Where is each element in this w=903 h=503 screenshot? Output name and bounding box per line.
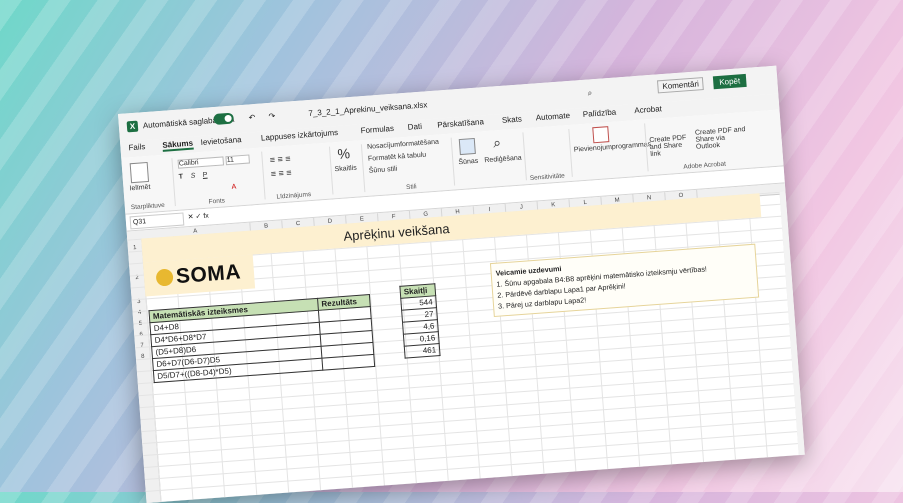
table-row: 461 [404, 343, 441, 359]
font-color-icon[interactable]: A [231, 184, 236, 191]
excel-window: X Automātiskā saglabāšana ↶ ↷ 7_3_2_1_Ap… [118, 65, 805, 503]
tab-fails[interactable]: Fails [128, 142, 146, 152]
acrobat-group-label: Adobe Acrobat [683, 160, 727, 171]
tab-dati[interactable]: Dati [407, 122, 422, 132]
undo-icon[interactable]: ↶ [248, 113, 255, 122]
font-size-select[interactable]: 11 [225, 154, 250, 166]
number-group-label[interactable]: Skaitlis [334, 165, 357, 174]
underline-button[interactable]: P [202, 172, 207, 179]
comments-button[interactable]: Komentāri [656, 77, 705, 94]
alignment-group-label: Līdzinājums [276, 191, 312, 201]
soma-logo: SOMA [175, 260, 242, 289]
italic-button[interactable]: S [191, 173, 196, 180]
conditional-formatting-button[interactable]: Nosacījumformatēšana [367, 139, 439, 151]
create-pdf-outlook-button[interactable]: Create PDF and Share via Outlook [695, 126, 748, 151]
font-name-select[interactable]: Calibri [177, 156, 225, 169]
tab-ievieto-ana[interactable]: Ievietošana [200, 135, 241, 147]
find-icon[interactable]: ⌕ [493, 134, 502, 152]
cells-button[interactable]: Šūnas [458, 158, 478, 166]
styles-group-label: Stili [405, 183, 417, 192]
format-as-table-button[interactable]: Formatēt kā tabulu [368, 152, 427, 163]
numbers-table: Skaitļi 544 27 4,6 0,16 461 [399, 283, 441, 359]
tab-p-rskat-ana[interactable]: Pārskatīšana [437, 117, 484, 129]
tab-s-kums[interactable]: Sākums [162, 138, 194, 152]
sensitivity-label[interactable]: Sensitivitāte [530, 172, 565, 182]
fx-icon[interactable]: ✕ ✓ fx [187, 212, 210, 222]
cell-styles-button[interactable]: Šūnu stili [369, 166, 398, 175]
clipboard-group-label: Starpliktuve [130, 201, 166, 212]
align-icon[interactable]: ≡ ≡ ≡ [269, 154, 290, 165]
percent-icon[interactable]: % [337, 145, 351, 162]
paste-icon[interactable] [129, 161, 150, 184]
create-pdf-share-link-button[interactable]: Create PDF and Share link [649, 134, 692, 158]
align-icon-2[interactable]: ≡ ≡ ≡ [270, 167, 291, 178]
tab-automate[interactable]: Automate [535, 111, 570, 122]
copy-button[interactable]: Kopēt [712, 73, 747, 90]
search-icon[interactable]: ⌕ [587, 88, 592, 98]
autosave-toggle[interactable] [213, 112, 235, 125]
tab-formulas[interactable]: Formulas [360, 124, 394, 135]
tab-acrobat[interactable]: Acrobat [634, 104, 662, 115]
addins-icon[interactable] [592, 126, 610, 144]
excel-logo-icon: X [126, 120, 139, 133]
editing-button[interactable]: Rediģēšana [484, 155, 522, 165]
tab-skats[interactable]: Skats [502, 114, 523, 124]
tab-pal-dz-ba[interactable]: Palīdzība [583, 108, 617, 119]
cells-icon[interactable] [458, 137, 476, 156]
number-cell[interactable]: 461 [404, 343, 441, 359]
tab-lappuses-izk-rtojums[interactable]: Lappuses izkārtojums [261, 128, 339, 143]
paste-button[interactable]: Ielīmēt [129, 184, 150, 193]
bold-button[interactable]: T [179, 173, 184, 180]
redo-icon[interactable]: ↷ [268, 111, 275, 120]
file-name[interactable]: 7_3_2_1_Aprekinu_veiksana.xlsx [308, 100, 428, 118]
addins-button[interactable]: Pievienojumprogrammas [574, 141, 652, 154]
name-box[interactable]: Q31 [129, 212, 185, 230]
font-group-label: Fonts [208, 197, 226, 206]
